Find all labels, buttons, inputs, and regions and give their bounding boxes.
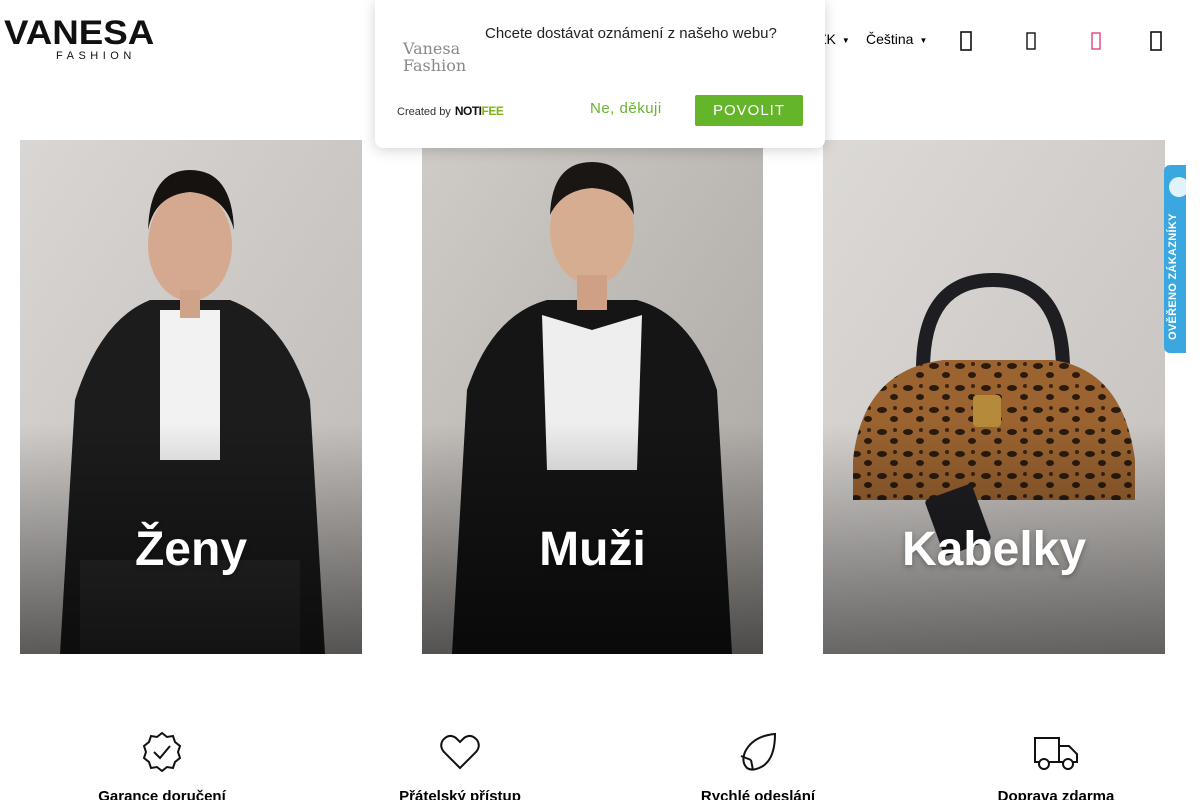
site-logo[interactable]: VANESA FASHION xyxy=(4,16,194,62)
notification-message: Chcete dostávat oznámení z našeho webu? xyxy=(485,25,777,42)
category-tile-men[interactable]: Muži xyxy=(422,140,763,654)
verified-badge-text: OVĚŘENO ZÁKAZNÍKY xyxy=(1167,213,1179,340)
verified-seal-icon xyxy=(1169,177,1186,197)
notifee-logo-part-a: NOTI xyxy=(454,104,482,118)
category-label-handbags: Kabelky xyxy=(901,523,1087,576)
user-icon[interactable] xyxy=(1018,28,1044,54)
notifee-logo-part-b: FEE xyxy=(481,104,504,118)
cart-icon[interactable] xyxy=(1143,28,1169,54)
logo-wordmark: VANESA xyxy=(4,14,155,52)
notification-site-logo: Vanesa Fashion xyxy=(403,40,466,74)
feature-label: Garance doručení xyxy=(98,788,226,800)
language-selector[interactable]: Čeština ▼ xyxy=(866,31,927,47)
allow-notifications-button[interactable]: POVOLIT xyxy=(695,95,803,126)
feature-label: Rychlé odeslání xyxy=(700,788,816,800)
badge-check-icon xyxy=(142,731,182,773)
category-tile-women[interactable]: Ženy xyxy=(20,140,362,654)
category-label-men: Muži xyxy=(539,523,646,576)
search-icon[interactable] xyxy=(953,28,979,54)
feature-friendly-approach: Přátelský přístup xyxy=(350,730,570,800)
truck-icon xyxy=(1034,737,1078,770)
category-tile-handbags[interactable]: Kabelky xyxy=(823,140,1165,654)
feature-delivery-guarantee: Garance doručení xyxy=(52,730,272,800)
notifee-logo[interactable]: NOTIFEE xyxy=(455,104,504,118)
notification-credit: Created by NOTIFEE xyxy=(397,104,504,118)
heart-icon[interactable] xyxy=(1083,28,1109,54)
language-label: Čeština xyxy=(866,31,914,47)
category-label-women: Ženy xyxy=(134,523,248,576)
chevron-down-icon: ▼ xyxy=(841,35,850,45)
deny-notifications-button[interactable]: Ne, děkuji xyxy=(590,100,662,117)
chevron-down-icon: ▼ xyxy=(919,35,928,45)
rocket-leaf-icon xyxy=(740,732,777,771)
feature-free-shipping: Doprava zdarma xyxy=(946,730,1166,800)
notification-logo-line1: Vanesa xyxy=(403,39,461,58)
heart-outline-icon xyxy=(440,734,480,770)
verified-by-customers-badge[interactable]: OVĚŘENO ZÁKAZNÍKY xyxy=(1164,165,1186,353)
feature-label: Doprava zdarma xyxy=(997,788,1115,800)
feature-label: Přátelský přístup xyxy=(399,788,521,800)
feature-fast-shipping: Rychlé odeslání xyxy=(648,730,868,800)
notification-logo-line2: Fashion xyxy=(403,56,467,75)
push-notification-prompt: Vanesa Fashion Chcete dostávat oznámení … xyxy=(375,0,825,148)
credit-label: Created by xyxy=(397,106,451,118)
